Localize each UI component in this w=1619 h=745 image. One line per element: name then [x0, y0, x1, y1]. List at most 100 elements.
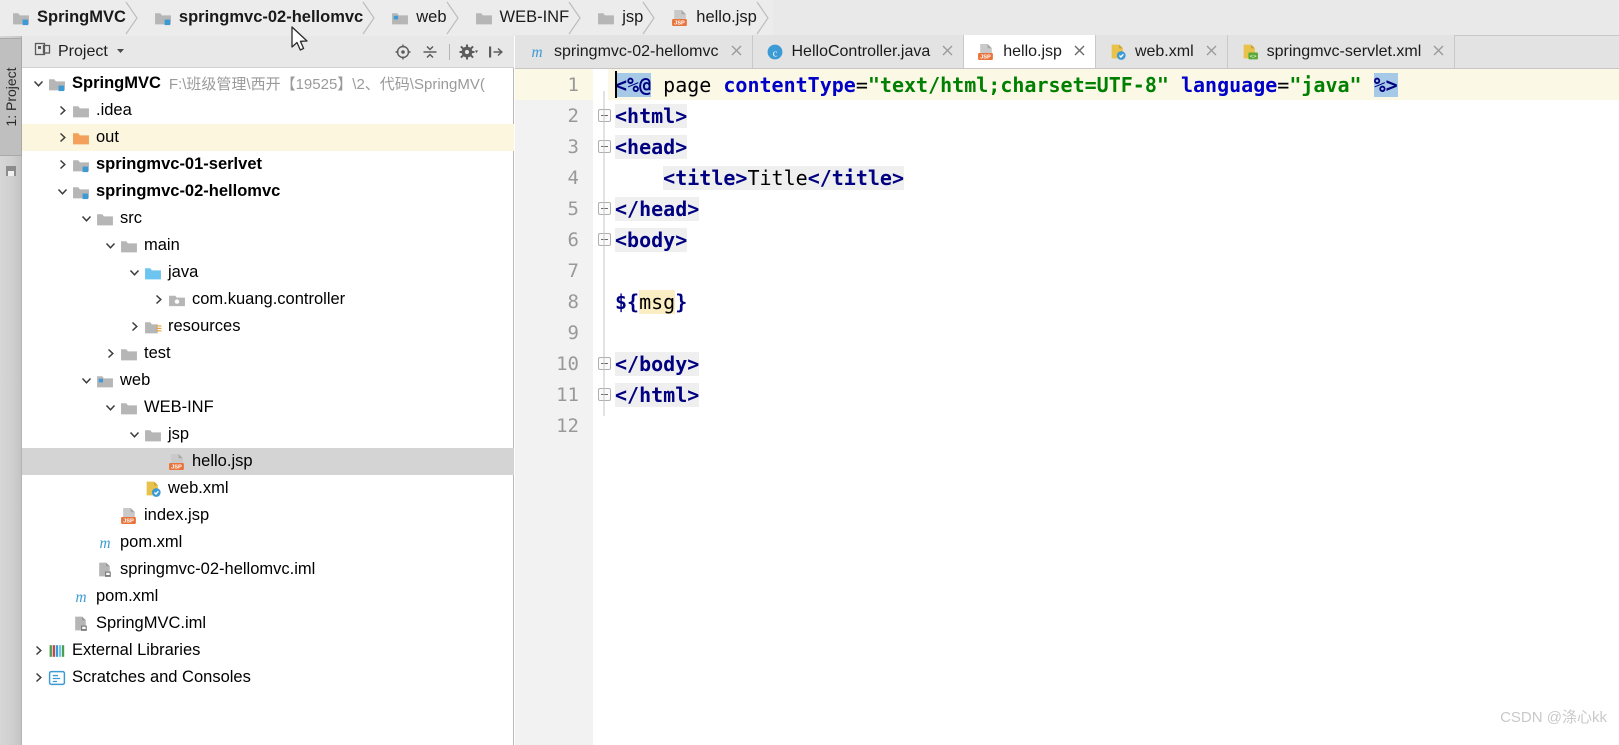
fold-collapse-icon[interactable] — [597, 388, 611, 401]
code-line[interactable]: 4 <title> Title </title> — [515, 162, 1619, 193]
code-line[interactable]: 3 <head> — [515, 131, 1619, 162]
tree-node-web.xml[interactable]: web.xml — [22, 475, 514, 502]
tree-node-index.jsp[interactable]: JSP index.jsp — [22, 502, 514, 529]
tree-node-springmvc.iml[interactable]: SpringMVC.iml — [22, 610, 514, 637]
tree-node-out[interactable]: out — [22, 124, 514, 151]
fold-marker-cell[interactable] — [593, 69, 615, 100]
chevron-right-icon[interactable] — [54, 151, 71, 178]
project-view-selector[interactable]: Project — [34, 41, 126, 63]
fold-marker-cell[interactable] — [593, 317, 615, 348]
code-line[interactable]: 11 </html> — [515, 379, 1619, 410]
chevron-down-icon[interactable] — [115, 43, 126, 61]
code-editor[interactable]: 1 <%@ page contentType = "text/html;charset… — [515, 69, 1619, 745]
chevron-right-icon[interactable] — [150, 286, 167, 313]
fold-marker-cell[interactable] — [593, 348, 615, 379]
locate-icon[interactable] — [391, 40, 415, 64]
breadcrumb-item-hello-jsp[interactable]: JSP hello.jsp — [659, 0, 773, 36]
fold-marker-cell[interactable] — [593, 410, 615, 441]
tree-node-springmvc-02-hellomvc.iml[interactable]: springmvc-02-hellomvc.iml — [22, 556, 514, 583]
breadcrumb-item-jsp[interactable]: jsp — [585, 0, 660, 36]
tree-node-web[interactable]: web — [22, 367, 514, 394]
chevron-down-icon[interactable] — [102, 394, 119, 421]
fold-marker-cell[interactable] — [593, 379, 615, 410]
chevron-right-icon[interactable] — [30, 637, 47, 664]
chevron-down-icon[interactable] — [126, 421, 143, 448]
fold-collapse-icon[interactable] — [597, 233, 611, 246]
tree-node-pom.xml[interactable]: m pom.xml — [22, 529, 514, 556]
chevron-right-icon[interactable] — [54, 97, 71, 124]
fold-marker-cell[interactable] — [593, 255, 615, 286]
tree-node-scratches-and-consoles[interactable]: Scratches and Consoles — [22, 664, 514, 691]
tree-node-springmvc-01-serlvet[interactable]: springmvc-01-serlvet — [22, 151, 514, 178]
chevron-right-icon[interactable] — [126, 313, 143, 340]
code-line[interactable]: 7 — [515, 255, 1619, 286]
tree-node-springmvc[interactable]: SpringMVC F:\班级管理\西开【19525】\2、代码\SpringMV… — [22, 70, 514, 97]
code-line[interactable]: 12 — [515, 410, 1619, 441]
tree-node-main[interactable]: main — [22, 232, 514, 259]
close-icon[interactable] — [1432, 43, 1445, 60]
code-line[interactable]: 2 <html> — [515, 100, 1619, 131]
chevron-down-icon[interactable] — [54, 178, 71, 205]
code-line[interactable]: 1 <%@ page contentType = "text/html;charset… — [515, 69, 1619, 100]
tree-node-java[interactable]: java — [22, 259, 514, 286]
tree-node-resources[interactable]: resources — [22, 313, 514, 340]
editor-tab-hellocontroller-java[interactable]: c HelloController.java — [752, 35, 965, 68]
hide-panel-icon[interactable] — [484, 40, 508, 64]
collapse-all-icon[interactable] — [418, 40, 442, 64]
line-number: 6 — [515, 224, 593, 255]
tree-node-com.kuang.controller[interactable]: com.kuang.controller — [22, 286, 514, 313]
tree-node-external-libraries[interactable]: External Libraries — [22, 637, 514, 664]
code-line[interactable]: 6 <body> — [515, 224, 1619, 255]
gear-icon[interactable] — [457, 40, 481, 64]
tree-node-springmvc-02-hellomvc[interactable]: springmvc-02-hellomvc — [22, 178, 514, 205]
fold-collapse-icon[interactable] — [597, 140, 611, 153]
chevron-down-icon[interactable] — [102, 232, 119, 259]
close-icon[interactable] — [941, 43, 954, 60]
tree-node-label: pom.xml — [96, 587, 159, 605]
code-line[interactable]: 5 </head> — [515, 193, 1619, 224]
tree-node-jsp[interactable]: jsp — [22, 421, 514, 448]
chevron-right-icon[interactable] — [54, 124, 71, 151]
fold-marker-cell[interactable] — [593, 162, 615, 193]
fold-collapse-icon[interactable] — [597, 357, 611, 370]
tree-node-test[interactable]: test — [22, 340, 514, 367]
chevron-down-icon[interactable] — [30, 70, 47, 97]
fold-collapse-icon[interactable] — [597, 109, 611, 122]
chevron-down-icon[interactable] — [126, 259, 143, 286]
code-line[interactable]: 9 — [515, 317, 1619, 348]
close-icon[interactable] — [730, 43, 743, 60]
tree-node-web-inf[interactable]: WEB-INF — [22, 394, 514, 421]
editor-tab-hello-jsp[interactable]: JSP hello.jsp — [964, 35, 1096, 68]
tree-node-hello.jsp[interactable]: JSP hello.jsp — [22, 448, 514, 475]
chevron-down-icon[interactable] — [78, 205, 95, 232]
breadcrumb-item-springmvc[interactable]: SpringMVC — [0, 0, 142, 36]
fold-marker-cell[interactable] — [593, 131, 615, 162]
close-icon[interactable] — [1205, 43, 1218, 60]
fold-marker-cell[interactable] — [593, 100, 615, 131]
code-line[interactable]: 8 ${msg} — [515, 286, 1619, 317]
code-line[interactable]: 10 </body> — [515, 348, 1619, 379]
fold-marker-cell[interactable] — [593, 286, 615, 317]
editor-tab-springmvc-servlet-xml[interactable]: <> springmvc-servlet.xml — [1227, 35, 1456, 68]
chevron-down-icon[interactable] — [78, 367, 95, 394]
project-file-tree[interactable]: SpringMVC F:\班级管理\西开【19525】\2、代码\SpringMV… — [22, 68, 514, 745]
tool-tab-project[interactable]: 1: Project — [0, 38, 22, 156]
tree-node-pom.xml[interactable]: m pom.xml — [22, 583, 514, 610]
tree-node-src[interactable]: src — [22, 205, 514, 232]
tree-node-.idea[interactable]: .idea — [22, 97, 514, 124]
structure-icon[interactable] — [5, 164, 17, 176]
close-icon[interactable] — [1073, 43, 1086, 60]
editor-tab-springmvc-02-hellomvc[interactable]: m springmvc-02-hellomvc — [515, 35, 753, 68]
breadcrumb-item-web[interactable]: web — [379, 0, 463, 36]
line-number-text: 5 — [567, 197, 579, 220]
fold-collapse-icon[interactable] — [597, 202, 611, 215]
breadcrumb-item-springmvc-02-hellomvc[interactable]: springmvc-02-hellomvc — [141, 0, 380, 36]
fold-marker-cell[interactable] — [593, 224, 615, 255]
line-number-text: 11 — [556, 383, 579, 406]
chevron-right-icon[interactable] — [102, 340, 119, 367]
chevron-right-icon[interactable] — [30, 664, 47, 691]
fold-marker-cell[interactable] — [593, 193, 615, 224]
editor-tab-web-xml[interactable]: web.xml — [1095, 35, 1228, 68]
code-lines[interactable]: 1 <%@ page contentType = "text/html;charset… — [515, 69, 1619, 441]
breadcrumb-item-web-inf[interactable]: WEB-INF — [462, 0, 586, 36]
